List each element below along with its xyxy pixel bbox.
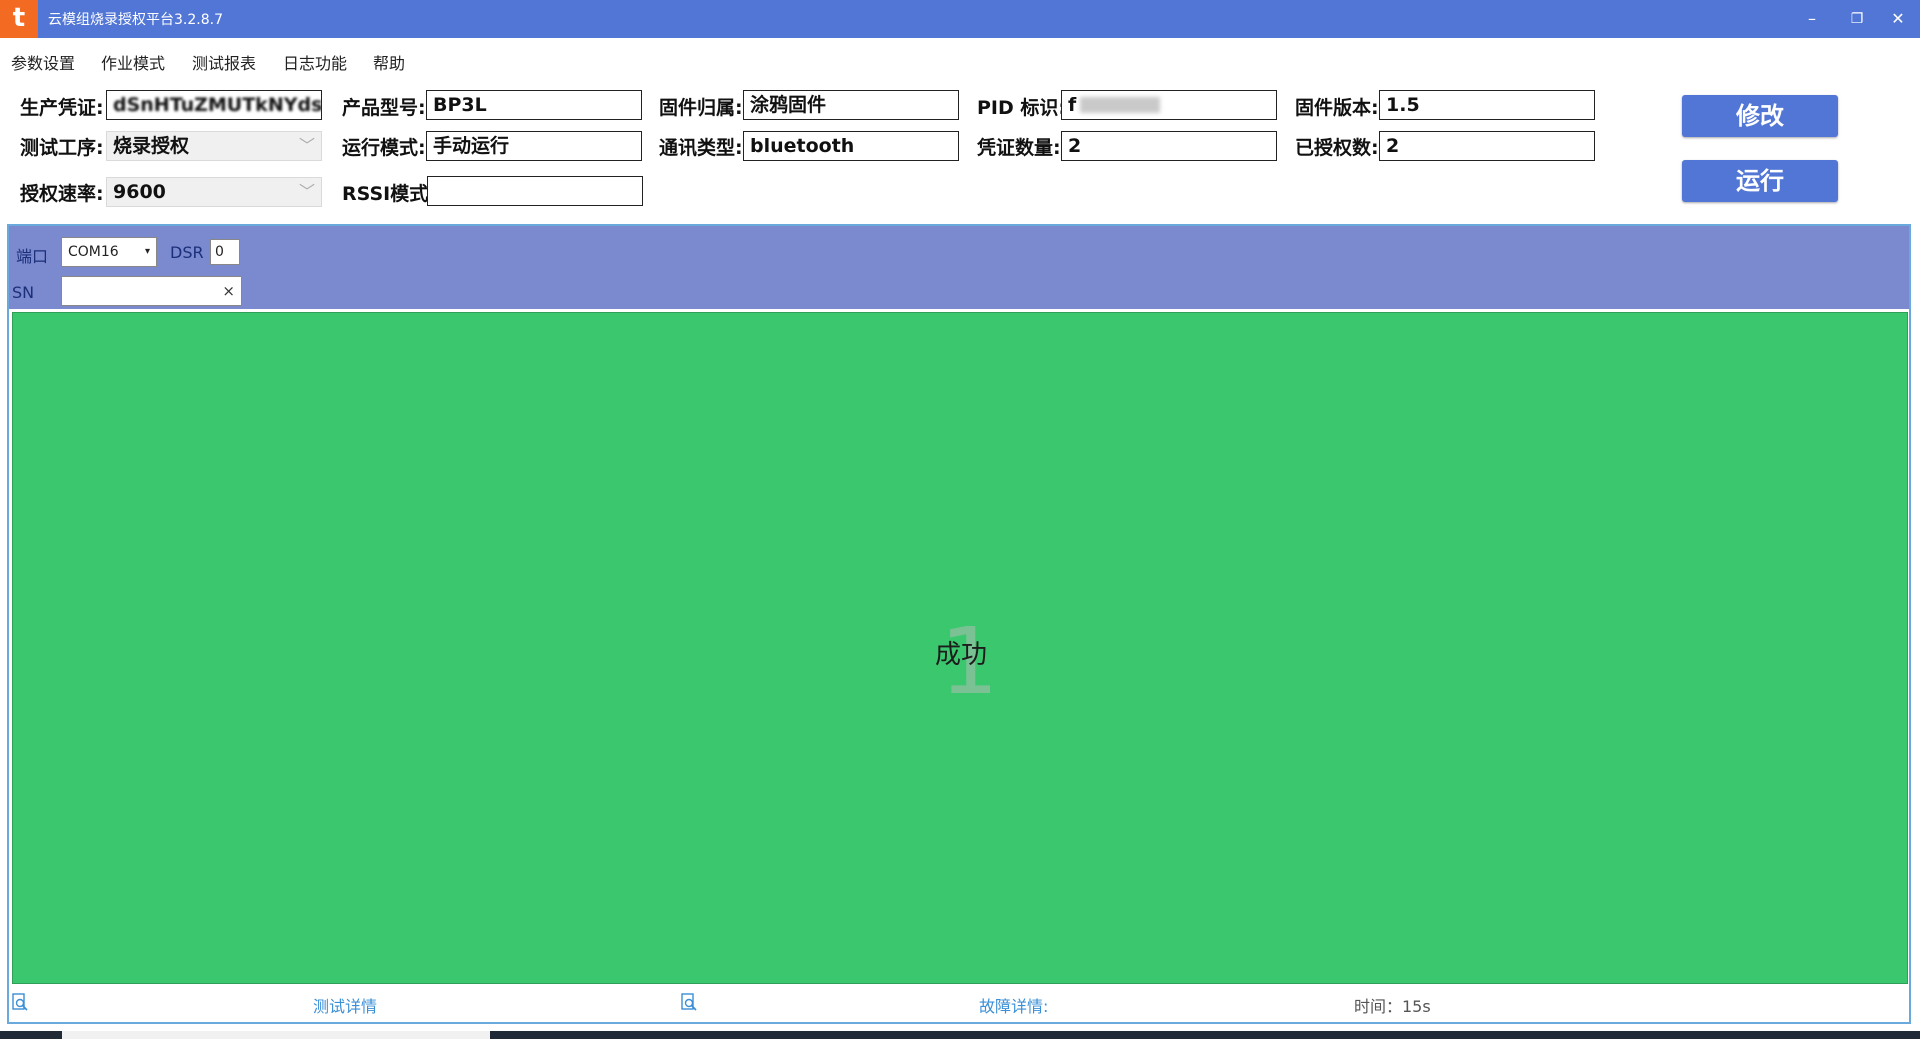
window-title: 云模组烧录授权平台3.2.8.7: [48, 12, 223, 28]
search-doc-icon[interactable]: [11, 993, 29, 1015]
search-doc-icon[interactable]: [680, 993, 698, 1015]
fault-detail-link[interactable]: 故障详情:: [979, 993, 1048, 1017]
elapsed-time: 时间：15s: [1354, 997, 1431, 1016]
cert-label: 生产凭证:: [20, 97, 104, 119]
app-logo-icon: t: [0, 0, 38, 38]
modify-button[interactable]: 修改: [1682, 95, 1838, 137]
authorized-field[interactable]: 2: [1379, 131, 1595, 161]
port-label: 端口: [16, 247, 49, 266]
authorized-label: 已授权数:: [1295, 137, 1379, 159]
restore-icon[interactable]: ❐: [1842, 6, 1872, 32]
run-mode-field[interactable]: 手动运行: [426, 131, 642, 161]
pid-field[interactable]: f: [1061, 90, 1277, 120]
redaction-patch: [1080, 97, 1160, 113]
rssi-field[interactable]: [427, 176, 643, 206]
chevron-down-icon: ﹀: [298, 182, 315, 201]
firmware-owner-label: 固件归属:: [659, 97, 743, 119]
rate-label: 授权速率:: [20, 183, 104, 205]
result-status: 成功: [935, 640, 988, 670]
minimize-icon[interactable]: –: [1797, 6, 1827, 32]
comm-type-field[interactable]: bluetooth: [743, 131, 959, 161]
fw-version-field[interactable]: 1.5: [1379, 90, 1595, 120]
dsr-field[interactable]: 0: [210, 239, 240, 265]
close-icon[interactable]: ✕: [1883, 6, 1913, 32]
menu-log[interactable]: 日志功能: [283, 50, 347, 74]
cert-count-field[interactable]: 2: [1061, 131, 1277, 161]
sn-input[interactable]: ×: [61, 276, 242, 306]
cert-count-label: 凭证数量:: [977, 137, 1061, 159]
cert-field[interactable]: dSnHTuZMUTkNYdsq: [106, 90, 322, 120]
process-select[interactable]: 烧录授权 ﹀: [106, 131, 322, 161]
menu-help[interactable]: 帮助: [373, 50, 405, 74]
product-label: 产品型号:: [342, 97, 426, 119]
menu-test-report[interactable]: 测试报表: [192, 50, 256, 74]
taskbar-search[interactable]: [62, 1031, 490, 1039]
chevron-down-icon: ﹀: [298, 136, 315, 155]
sn-label: SN: [12, 283, 35, 302]
fw-version-label: 固件版本:: [1295, 97, 1379, 119]
rssi-label: RSSI模式: [342, 183, 429, 205]
dsr-label: DSR: [170, 243, 204, 262]
menu-params[interactable]: 参数设置: [11, 50, 75, 74]
menu-work-mode[interactable]: 作业模式: [101, 50, 165, 74]
test-detail-link[interactable]: 测试详情: [313, 993, 377, 1017]
port-select[interactable]: COM16 ▾: [61, 237, 157, 267]
run-mode-label: 运行模式:: [342, 137, 426, 159]
firmware-owner-field[interactable]: 涂鸦固件: [743, 90, 959, 120]
product-field[interactable]: BP3L: [426, 90, 642, 120]
process-label: 测试工序:: [20, 137, 104, 159]
panel-header: [9, 226, 1909, 309]
pid-label: PID 标识:: [977, 97, 1066, 119]
comm-type-label: 通讯类型:: [659, 137, 743, 159]
title-bar: [0, 0, 1920, 38]
clear-icon[interactable]: ×: [222, 277, 235, 305]
rate-select[interactable]: 9600 ﹀: [106, 177, 322, 207]
chevron-down-icon: ▾: [144, 246, 150, 257]
run-button[interactable]: 运行: [1682, 160, 1838, 202]
